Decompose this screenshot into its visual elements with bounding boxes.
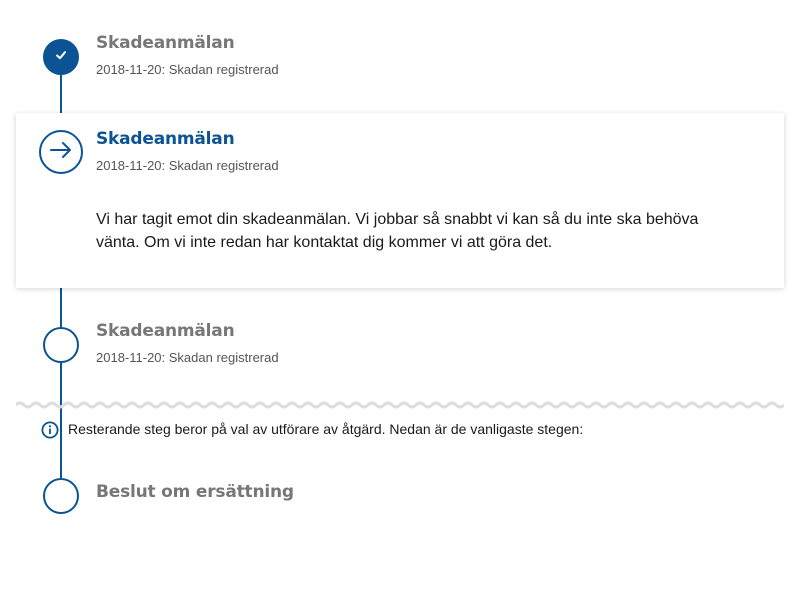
wavy-divider — [16, 401, 784, 409]
step-title: Skadeanmälan — [96, 33, 235, 53]
step-title: Beslut om ersättning — [96, 482, 294, 502]
check-icon — [54, 48, 68, 67]
step-subtitle: 2018-11-20: Skadan registrerad — [96, 62, 279, 77]
step-status-pending — [43, 478, 79, 514]
info-note: Resterande steg beror på val av utförare… — [68, 421, 584, 437]
step-title: Skadeanmälan — [96, 321, 235, 341]
step-status-done — [43, 39, 79, 75]
step-status-current — [39, 130, 83, 174]
step-status-pending — [43, 327, 79, 363]
timeline-connector — [60, 362, 62, 478]
step-subtitle: 2018-11-20: Skadan registrerad — [96, 158, 279, 173]
info-icon — [41, 421, 59, 439]
step-subtitle: 2018-11-20: Skadan registrerad — [96, 350, 279, 365]
step-description: Vi har tagit emot din skadeanmälan. Vi j… — [96, 211, 699, 251]
step-title: Skadeanmälan — [96, 129, 235, 149]
arrow-right-icon — [49, 138, 73, 167]
